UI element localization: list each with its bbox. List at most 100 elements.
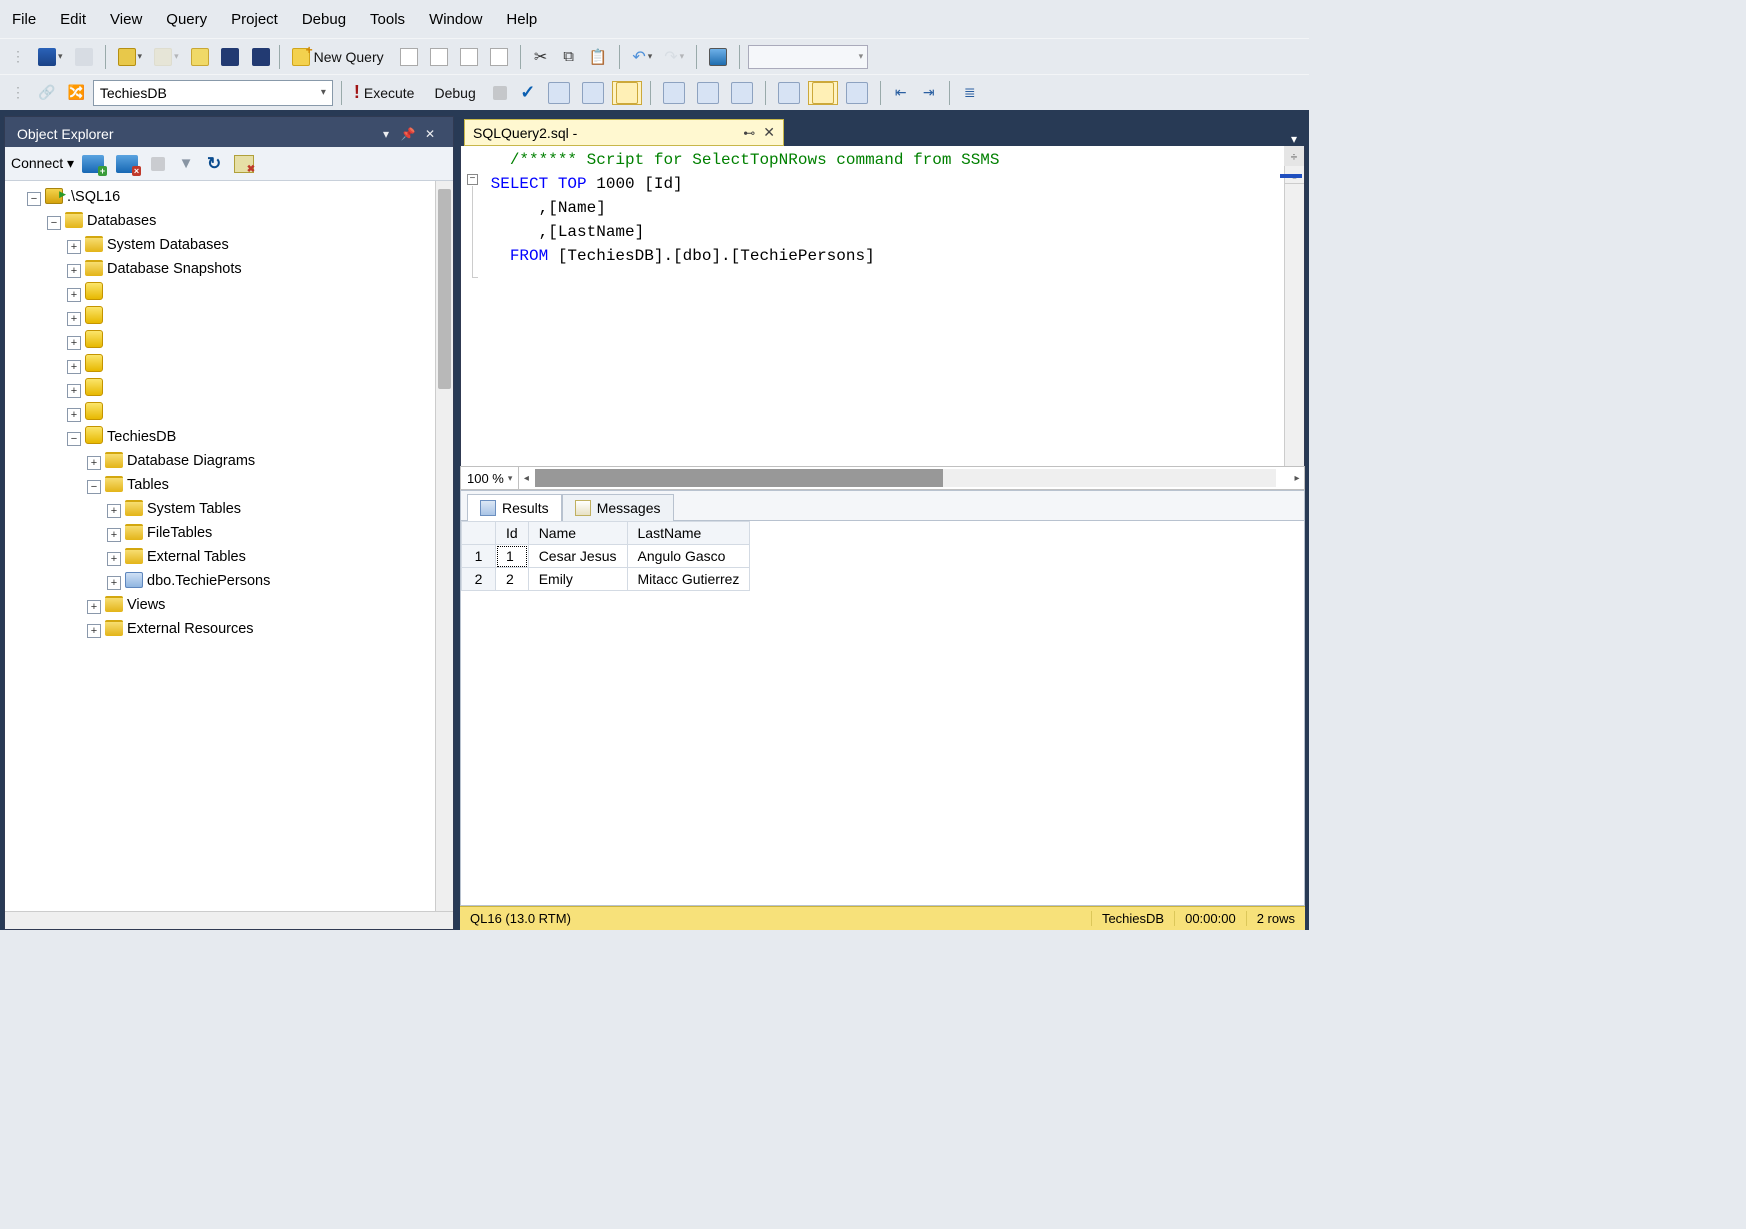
intellisense-button[interactable]	[612, 81, 642, 105]
panel-close-button[interactable]: ✕	[419, 127, 441, 141]
nav-back-button[interactable]	[34, 45, 67, 69]
comment-button[interactable]: ≣	[958, 81, 982, 105]
indent-button[interactable]: ⇥	[917, 81, 941, 105]
open-file-button[interactable]	[187, 45, 213, 69]
sql-editor[interactable]: ÷ ▴ − /****** Script for SelectTopNRows …	[460, 146, 1305, 466]
stop-connection-button[interactable]	[230, 152, 258, 176]
include-client-stats-button[interactable]	[727, 81, 757, 105]
activity-monitor-button[interactable]	[705, 45, 731, 69]
filter-oe-button[interactable]: ▼	[174, 152, 198, 176]
hscroll-left-button[interactable]: ◂	[519, 473, 533, 484]
estimated-plan-button[interactable]	[544, 81, 574, 105]
debug-button[interactable]: Debug	[426, 81, 483, 105]
tree-node-db[interactable]: +	[67, 305, 451, 329]
new-project-button[interactable]	[114, 45, 147, 69]
tree-node-views[interactable]: +Views	[87, 593, 451, 617]
menu-view[interactable]: View	[110, 11, 142, 28]
new-item-button[interactable]	[150, 45, 183, 69]
editor-hscrollbar[interactable]	[535, 469, 1276, 487]
paste-button[interactable]: 📋	[585, 45, 612, 69]
tree-node-db[interactable]: +	[67, 353, 451, 377]
menu-query[interactable]: Query	[166, 11, 207, 28]
tab-pin-button[interactable]: ⊷	[743, 126, 755, 140]
copy-button[interactable]: ⧉	[557, 45, 581, 69]
menu-edit[interactable]: Edit	[60, 11, 86, 28]
tree-node-databases[interactable]: −Databases +System Databases +Database S…	[47, 209, 451, 641]
tree-node-system-tables[interactable]: +System Tables	[107, 497, 451, 521]
tree-node-tables[interactable]: −Tables +System Tables +FileTables +Exte…	[87, 473, 451, 593]
cell-id[interactable]: 1	[496, 545, 529, 568]
document-tab[interactable]: SQLQuery2.sql - ⊷ ✕	[464, 119, 784, 146]
disconnect-oe-button[interactable]	[112, 152, 142, 176]
panel-menu-button[interactable]: ▾	[375, 127, 397, 141]
tree-node-db[interactable]: +	[67, 401, 451, 425]
save-button[interactable]	[217, 45, 243, 69]
column-header-name[interactable]: Name	[528, 522, 627, 545]
tree-node-database-snapshots[interactable]: +Database Snapshots	[67, 257, 451, 281]
undo-button[interactable]: ↶	[628, 45, 656, 69]
tree-node-db[interactable]: +	[67, 377, 451, 401]
tab-results[interactable]: Results	[467, 494, 562, 521]
query-options-button[interactable]	[578, 81, 608, 105]
tree-node-system-databases[interactable]: +System Databases	[67, 233, 451, 257]
connect-button[interactable]: 🔗	[34, 81, 59, 105]
hscroll-right-button[interactable]: ▸	[1290, 473, 1304, 484]
new-xmla-query-button[interactable]	[486, 45, 512, 69]
editor-vscrollbar[interactable]: ÷ ▴	[1284, 146, 1304, 466]
execute-button[interactable]: ! Execute	[350, 81, 423, 105]
outdent-button[interactable]: ⇤	[889, 81, 913, 105]
new-mdx-query-button[interactable]	[426, 45, 452, 69]
tree-node-server[interactable]: −.\SQL16 −Databases +System Databases +D…	[27, 185, 451, 641]
new-dmx-query-button[interactable]	[456, 45, 482, 69]
tree-vscrollbar[interactable]	[435, 181, 453, 911]
tree-node-techiepersons[interactable]: +dbo.TechiePersons	[107, 569, 451, 593]
tab-close-button[interactable]: ✕	[763, 124, 775, 141]
zoom-combo[interactable]: 100 %	[461, 467, 519, 489]
results-to-grid-button[interactable]	[808, 81, 838, 105]
new-query-button[interactable]: New Query	[288, 45, 392, 69]
cell-id[interactable]: 2	[496, 568, 529, 591]
results-row[interactable]: 1 1 Cesar Jesus Angulo Gasco	[462, 545, 750, 568]
cut-button[interactable]: ✂	[529, 45, 553, 69]
parse-button[interactable]: ✓	[516, 81, 540, 105]
results-grid[interactable]: Id Name LastName 1 1 Cesar Jesus Angulo …	[460, 520, 1305, 906]
menu-window[interactable]: Window	[429, 11, 482, 28]
tab-messages[interactable]: Messages	[562, 494, 674, 521]
menu-file[interactable]: File	[12, 11, 36, 28]
change-connection-button[interactable]: 🔀	[63, 81, 88, 105]
connect-dropdown[interactable]: Connect ▾	[11, 155, 74, 172]
cell-name[interactable]: Cesar Jesus	[528, 545, 627, 568]
panel-pin-button[interactable]: 📌	[397, 127, 419, 141]
include-actual-plan-button[interactable]	[659, 81, 689, 105]
tree-node-techiesdb[interactable]: −TechiesDB +Database Diagrams −Tables +S…	[67, 425, 451, 641]
outline-collapse-button[interactable]: −	[467, 174, 478, 185]
tree-hscrollbar[interactable]	[5, 911, 453, 929]
tree-node-external-resources[interactable]: +External Resources	[87, 617, 451, 641]
save-all-button[interactable]	[247, 45, 271, 69]
column-header-lastname[interactable]: LastName	[627, 522, 750, 545]
results-row[interactable]: 2 2 Emily Mitacc Gutierrez	[462, 568, 750, 591]
object-explorer-tree[interactable]: −.\SQL16 −Databases +System Databases +D…	[5, 181, 453, 911]
cell-lastname[interactable]: Angulo Gasco	[627, 545, 750, 568]
tree-node-database-diagrams[interactable]: +Database Diagrams	[87, 449, 451, 473]
tree-node-external-tables[interactable]: +External Tables	[107, 545, 451, 569]
refresh-oe-button[interactable]: ↻	[202, 152, 226, 176]
include-live-stats-button[interactable]	[693, 81, 723, 105]
menu-tools[interactable]: Tools	[370, 11, 405, 28]
cell-name[interactable]: Emily	[528, 568, 627, 591]
tree-node-filetables[interactable]: +FileTables	[107, 521, 451, 545]
database-combo[interactable]: TechiesDB	[93, 80, 333, 106]
new-de-query-button[interactable]	[396, 45, 422, 69]
editor-splitter-icon[interactable]: ÷	[1284, 146, 1304, 166]
connect-oe-button[interactable]	[78, 152, 108, 176]
solution-config-combo[interactable]	[748, 45, 868, 69]
tree-node-db[interactable]: +	[67, 329, 451, 353]
cell-lastname[interactable]: Mitacc Gutierrez	[627, 568, 750, 591]
results-to-text-button[interactable]	[774, 81, 804, 105]
column-header-id[interactable]: Id	[496, 522, 529, 545]
menu-debug[interactable]: Debug	[302, 11, 346, 28]
menu-help[interactable]: Help	[506, 11, 537, 28]
tab-list-button[interactable]: ▾	[1283, 132, 1305, 146]
tree-node-db[interactable]: +	[67, 281, 451, 305]
results-to-file-button[interactable]	[842, 81, 872, 105]
